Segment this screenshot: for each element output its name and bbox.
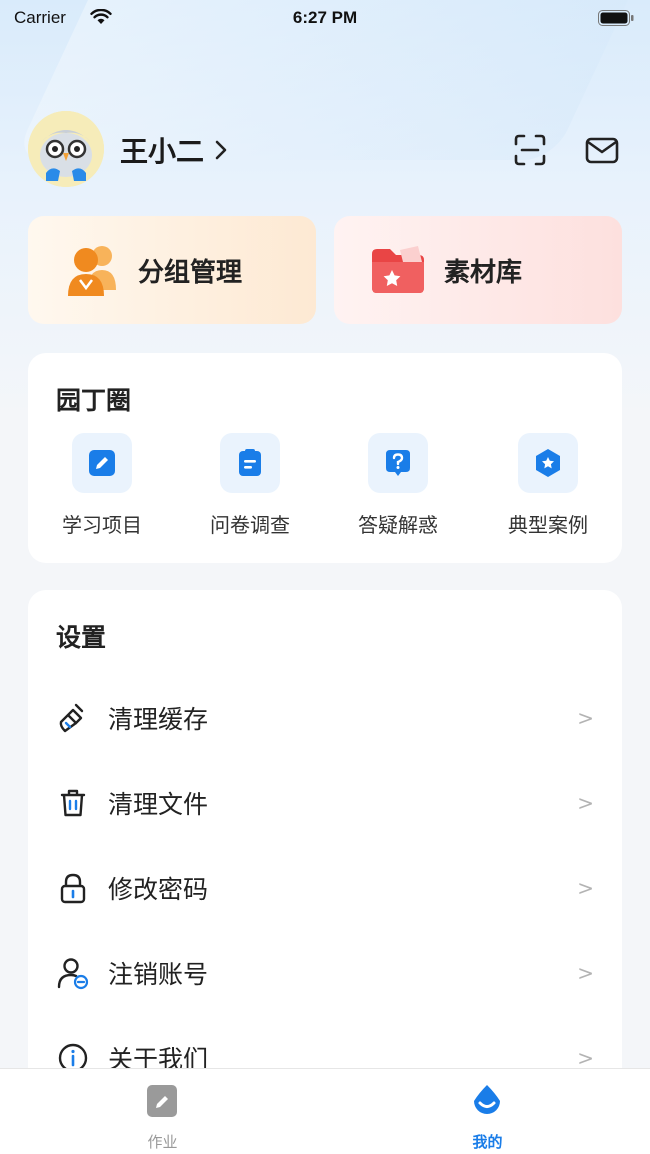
garden-item-study-project[interactable]: 学习项目 bbox=[28, 433, 176, 543]
tab-label: 我的 bbox=[472, 1133, 503, 1151]
settings-item-label: 注销账号 bbox=[108, 959, 209, 989]
message-button[interactable] bbox=[582, 130, 622, 170]
garden-item-label: 学习项目 bbox=[62, 513, 142, 537]
tab-homework[interactable]: 作业 bbox=[0, 1069, 325, 1154]
avatar[interactable] bbox=[28, 111, 104, 187]
scan-icon bbox=[514, 134, 546, 166]
star-badge-icon bbox=[536, 449, 560, 477]
settings-item-clear-files[interactable]: 清理文件 > bbox=[28, 760, 622, 845]
broom-icon bbox=[59, 703, 84, 732]
garden-circle-card: 园丁圈 学习项目 问卷调查 答疑解惑 典型案例 bbox=[28, 353, 622, 563]
user-name: 王小二 bbox=[120, 135, 205, 168]
garden-circle-grid: 学习项目 问卷调查 答疑解惑 典型案例 bbox=[28, 433, 622, 543]
group-management-card[interactable]: 分组管理 bbox=[28, 216, 316, 324]
garden-item-label: 答疑解惑 bbox=[358, 513, 438, 537]
clock: 6:27 PM bbox=[292, 8, 358, 27]
chevron-right-icon: > bbox=[577, 960, 594, 985]
scan-button[interactable] bbox=[510, 130, 550, 170]
chevron-right-icon: > bbox=[577, 1045, 594, 1070]
garden-item-typical-case[interactable]: 典型案例 bbox=[474, 433, 622, 543]
chevron-right-icon: > bbox=[577, 705, 594, 730]
garden-item-icon-box bbox=[220, 433, 280, 493]
chevron-right-icon: > bbox=[577, 875, 594, 900]
mail-icon bbox=[585, 137, 619, 164]
garden-item-icon-box bbox=[368, 433, 428, 493]
profile-name-link[interactable]: 王小二 bbox=[120, 130, 228, 170]
garden-item-icon-box bbox=[518, 433, 578, 493]
clipboard-icon bbox=[239, 449, 261, 476]
settings-card: 设置 清理缓存 > 清理文件 > 修改密码 > 注销账号 > 关于我们 > bbox=[28, 590, 622, 1110]
chevron-right-icon: > bbox=[577, 790, 594, 815]
tab-mine[interactable]: 我的 bbox=[325, 1069, 650, 1154]
status-bar: Carrier 6:27 PM bbox=[0, 0, 650, 40]
material-library-label: 素材库 bbox=[444, 257, 523, 288]
battery-icon bbox=[598, 10, 634, 26]
settings-item-label: 清理缓存 bbox=[108, 704, 209, 734]
user-cancel-icon bbox=[57, 957, 89, 989]
trash-icon bbox=[60, 789, 86, 816]
garden-circle-title: 园丁圈 bbox=[56, 386, 132, 415]
owl-avatar-icon bbox=[28, 111, 104, 187]
garden-item-label: 典型案例 bbox=[508, 513, 588, 537]
settings-item-label: 修改密码 bbox=[108, 874, 209, 904]
garden-item-icon-box bbox=[72, 433, 132, 493]
garden-item-label: 问卷调查 bbox=[210, 513, 290, 537]
settings-item-clear-cache[interactable]: 清理缓存 > bbox=[28, 675, 622, 760]
mine-drop-icon bbox=[474, 1085, 500, 1114]
homework-icon bbox=[147, 1085, 177, 1117]
settings-item-delete-account[interactable]: 注销账号 > bbox=[28, 930, 622, 1015]
settings-item-label: 清理文件 bbox=[108, 789, 209, 819]
group-management-label: 分组管理 bbox=[138, 257, 243, 288]
garden-item-survey[interactable]: 问卷调查 bbox=[176, 433, 324, 543]
settings-item-change-password[interactable]: 修改密码 > bbox=[28, 845, 622, 930]
chevron-right-icon bbox=[215, 140, 227, 160]
question-bubble-icon bbox=[386, 450, 410, 476]
bottom-tab-bar: 作业 我的 bbox=[0, 1068, 650, 1154]
pencil-icon bbox=[89, 450, 115, 476]
tab-label: 作业 bbox=[147, 1133, 178, 1151]
lock-icon bbox=[60, 873, 86, 903]
settings-title: 设置 bbox=[56, 623, 107, 652]
garden-item-qa[interactable]: 答疑解惑 bbox=[324, 433, 472, 543]
material-library-card[interactable]: 素材库 bbox=[334, 216, 622, 324]
folder-star-icon bbox=[372, 246, 424, 293]
group-people-icon bbox=[68, 246, 116, 296]
